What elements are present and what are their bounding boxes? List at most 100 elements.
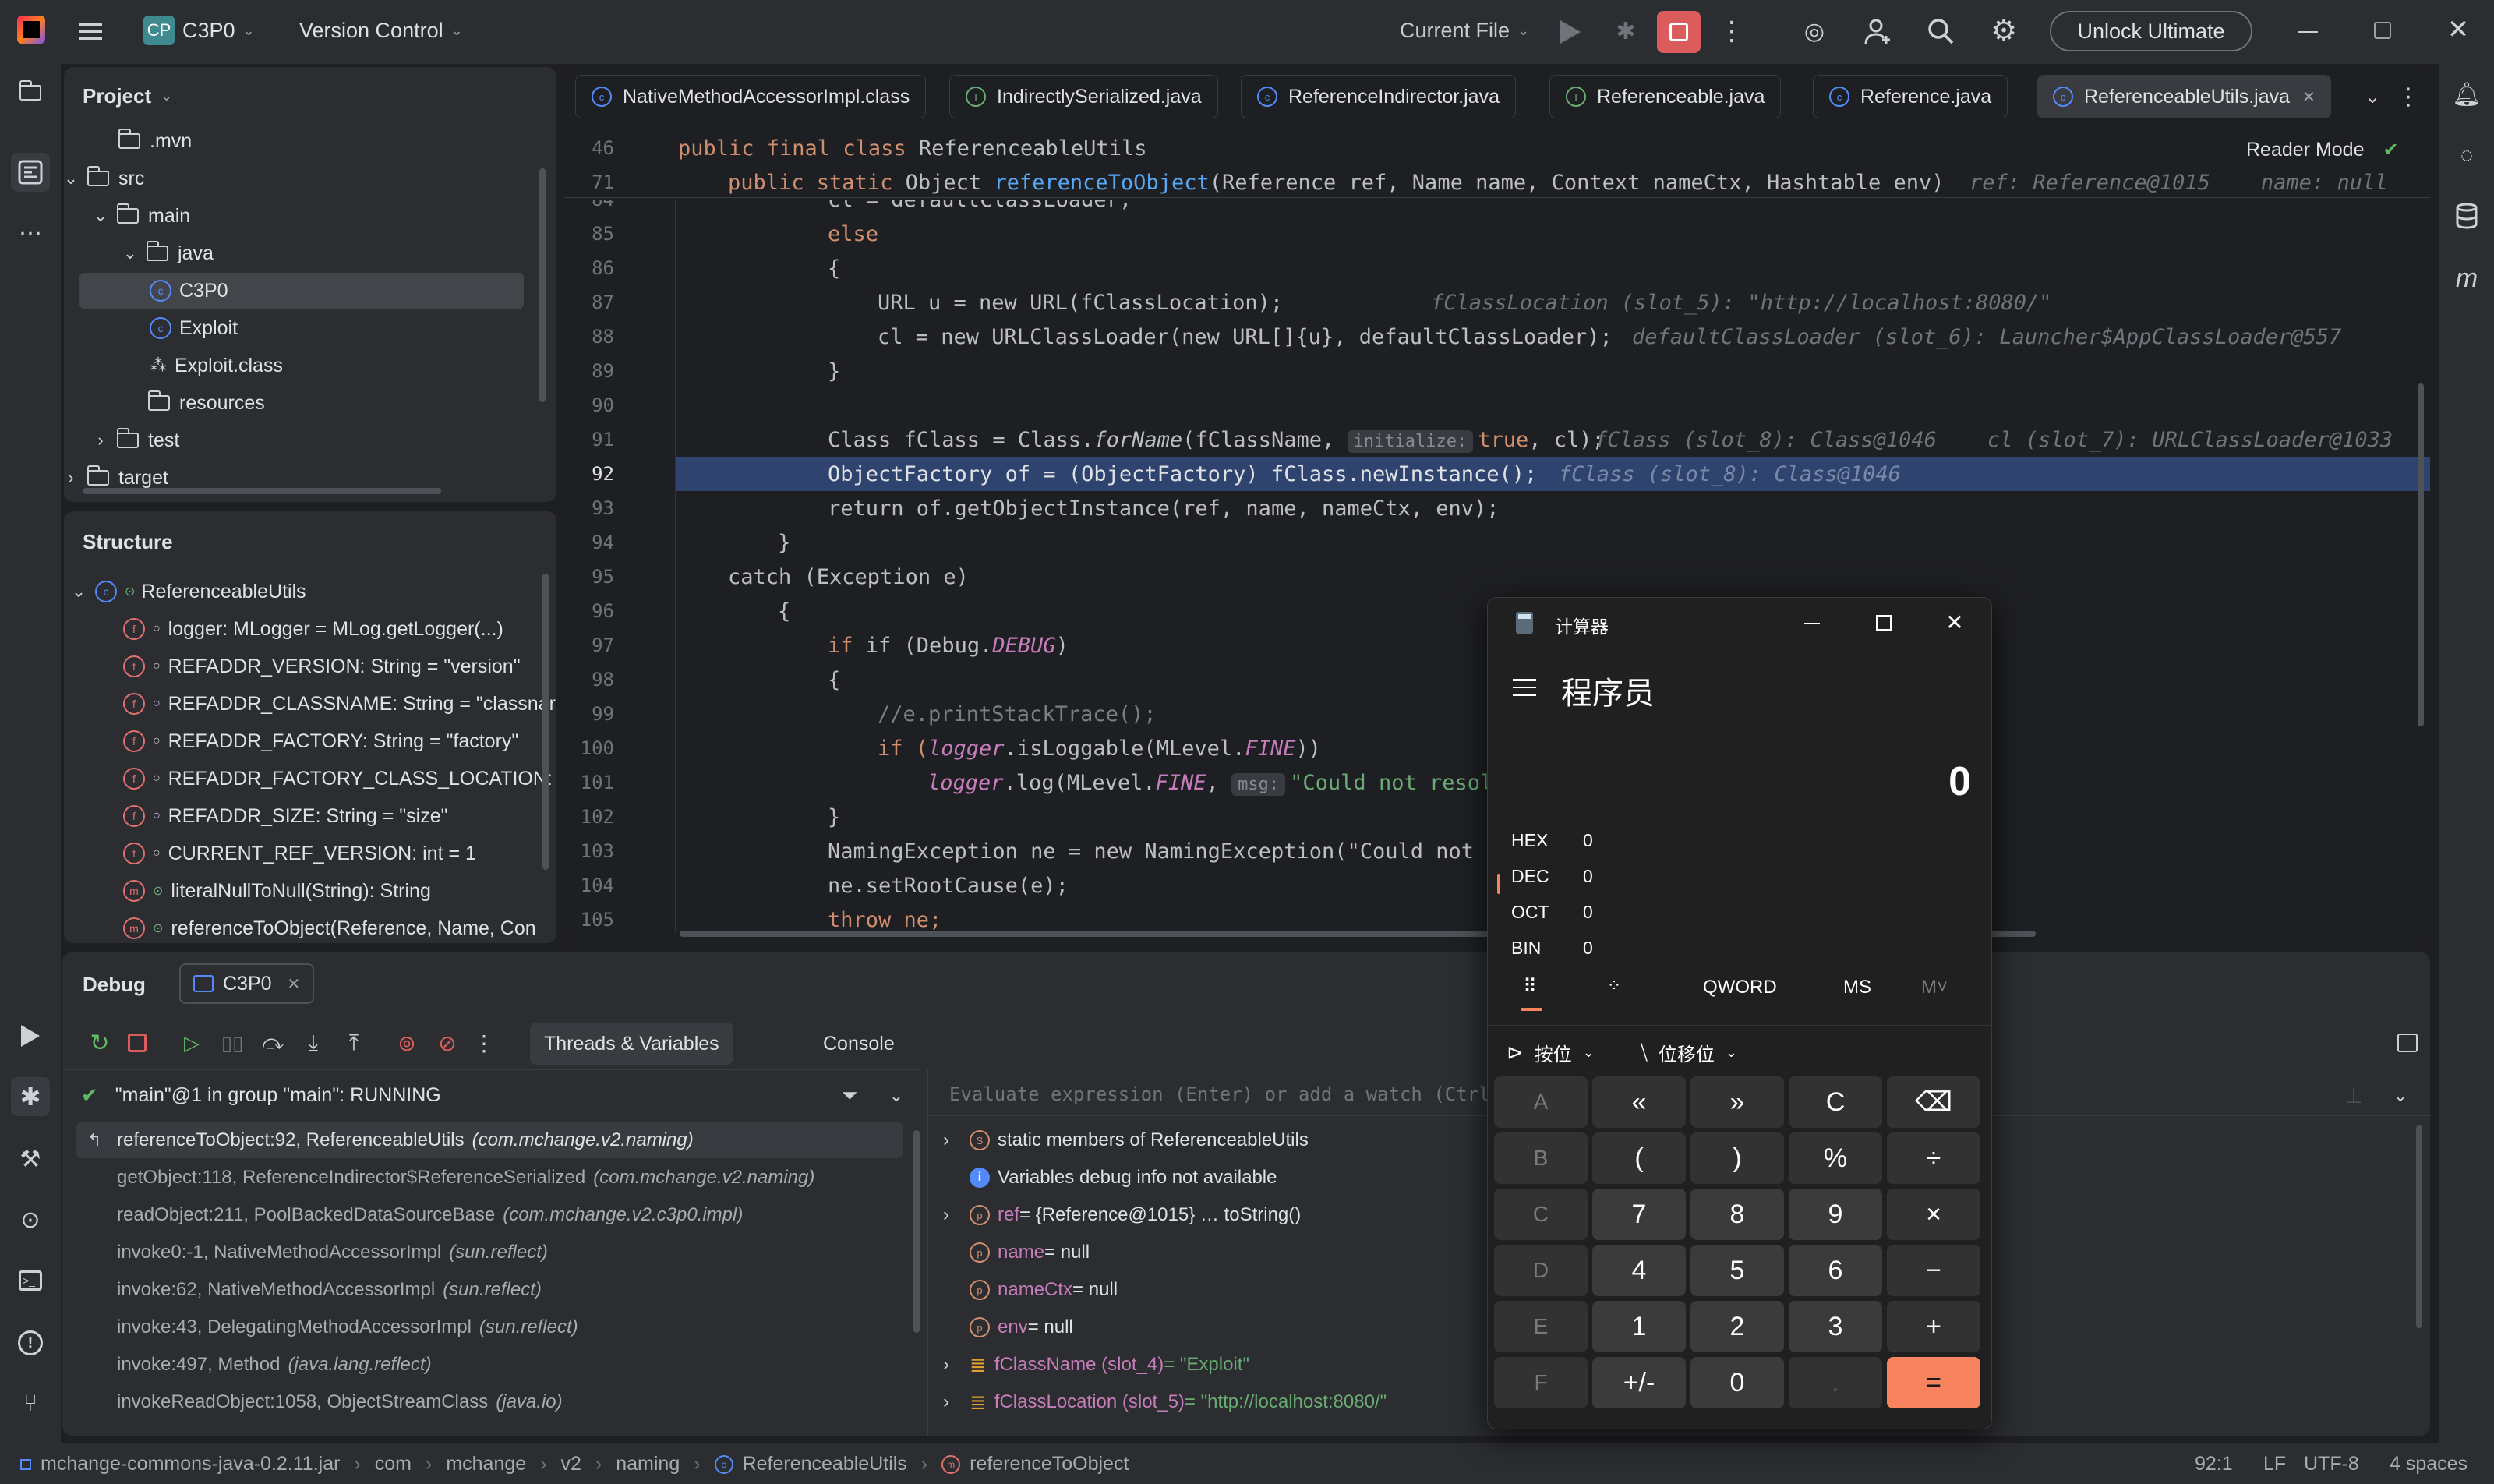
unlock-ultimate-button[interactable]: Unlock Ultimate	[2050, 11, 2252, 51]
chevron-right-icon[interactable]: ›	[943, 1204, 970, 1226]
indent-setting[interactable]: 4 spaces	[2390, 1453, 2468, 1475]
chevron-down-icon[interactable]: ⌄	[120, 243, 140, 263]
project-tree-item[interactable]: ⌄ main	[90, 198, 190, 234]
clear-button[interactable]: C	[1789, 1076, 1882, 1128]
project-folder-icon[interactable]	[11, 73, 50, 112]
variable-row[interactable]: p nameCtx = null	[943, 1272, 1118, 1308]
structure-member[interactable]: f ○ REFADDR_FACTORY: String = "factory"	[123, 723, 518, 759]
services-icon[interactable]: ⊙	[11, 1200, 50, 1239]
search-icon[interactable]	[1923, 14, 1958, 48]
build-hammer-icon[interactable]: ⚒	[11, 1140, 50, 1178]
close-tab-icon[interactable]: ✕	[288, 974, 301, 994]
chevron-right-icon[interactable]: ›	[64, 468, 81, 488]
step-out-icon[interactable]: ⤒	[338, 1027, 369, 1058]
project-selector[interactable]: CP C3P0 ⌄	[143, 16, 255, 45]
close-icon[interactable]: ✕	[1941, 609, 1968, 635]
structure-member[interactable]: m ⊙ referenceToObject(Reference, Name, Con	[123, 910, 536, 943]
open-paren-button[interactable]: (	[1592, 1132, 1686, 1184]
intellij-logo-icon[interactable]	[17, 16, 45, 44]
structure-icon[interactable]	[11, 153, 50, 192]
run-tool-icon[interactable]	[11, 1016, 50, 1055]
project-tree-item[interactable]: .mvn	[118, 123, 192, 159]
breadcrumb-item[interactable]: referenceToObject	[970, 1453, 1129, 1475]
chevron-down-icon[interactable]: ⌄	[881, 1080, 912, 1111]
minimize-icon[interactable]	[1804, 623, 1820, 624]
mute-breakpoints-icon[interactable]: ⊘	[432, 1027, 463, 1058]
base-row[interactable]: OCT 0	[1511, 902, 1593, 923]
key-5-button[interactable]: 5	[1690, 1245, 1784, 1296]
close-paren-button[interactable]: )	[1690, 1132, 1784, 1184]
variable-row[interactable]: p name = null	[943, 1235, 1090, 1270]
breadcrumb-item[interactable]: mchange-commons-java-0.2.11.jar	[41, 1453, 340, 1475]
key-6-button[interactable]: 6	[1789, 1245, 1882, 1296]
memory-store-button[interactable]: MS	[1843, 977, 1871, 998]
structure-root[interactable]: ⌄ c ⊙ ReferenceableUtils	[69, 574, 306, 610]
stack-frame[interactable]: invoke:62, NativeMethodAccessorImpl (sun.…	[76, 1272, 542, 1308]
maven-icon[interactable]: m	[2447, 259, 2486, 298]
divide-button[interactable]: ÷	[1887, 1132, 1980, 1184]
run-icon[interactable]	[1560, 20, 1581, 44]
breadcrumb-item[interactable]: com	[375, 1453, 412, 1475]
backspace-button[interactable]: ⌫	[1887, 1076, 1980, 1128]
more-actions-icon[interactable]: ⋮	[1718, 14, 1746, 48]
key-0-button[interactable]: 0	[1690, 1357, 1784, 1408]
bitshift-menu[interactable]: ⧹ 位移位 ⌄	[1641, 1039, 1737, 1066]
vcs-selector[interactable]: Version Control ⌄	[299, 19, 463, 43]
hex-f-button[interactable]: F	[1494, 1357, 1588, 1408]
key-8-button[interactable]: 8	[1690, 1189, 1784, 1240]
hex-d-button[interactable]: D	[1494, 1245, 1588, 1296]
project-tree-item[interactable]: c C3P0	[79, 273, 524, 309]
hamburger-menu-icon[interactable]	[1513, 679, 1536, 696]
chevron-right-icon[interactable]: ›	[943, 1354, 970, 1376]
execution-point-line[interactable]: 92 92 ObjectFactory of = (ObjectFactory)…	[564, 457, 2430, 491]
subtract-button[interactable]: −	[1887, 1245, 1980, 1296]
problems-icon[interactable]: !	[11, 1323, 50, 1362]
variable-row[interactable]: › ≣ fClassName (slot_4) = "Exploit"	[943, 1347, 1249, 1383]
chevron-down-icon[interactable]: ⌄	[64, 168, 81, 189]
bit-toggle-keypad-icon[interactable]: ⁘	[1600, 972, 1628, 1000]
key-7-button[interactable]: 7	[1592, 1189, 1686, 1240]
project-tree-item[interactable]: resources	[147, 385, 265, 421]
stack-frame[interactable]: readObject:211, PoolBackedDataSourceBase…	[76, 1197, 743, 1233]
chevron-down-icon[interactable]: ⌄	[2385, 1080, 2416, 1111]
editor-v-scrollbar[interactable]	[2418, 383, 2424, 726]
structure-member[interactable]: m ⊙ literalNullToNull(String): String	[123, 873, 431, 909]
rerun-icon[interactable]: ↻	[84, 1027, 115, 1058]
structure-member[interactable]: f ○ REFADDR_CLASSNAME: String = "classnar	[123, 686, 556, 722]
project-tree-item[interactable]: ⌄ java	[120, 235, 214, 271]
sticky-line-class[interactable]: 46 public final class ReferenceableUtils	[564, 131, 2430, 165]
breadcrumb-item[interactable]: naming	[616, 1453, 680, 1475]
debug-session-tab[interactable]: C3P0 ✕	[179, 963, 315, 1004]
breadcrumb-item[interactable]: v2	[561, 1453, 581, 1475]
hex-c-button[interactable]: C	[1494, 1189, 1588, 1240]
filter-icon[interactable]: ⏷	[834, 1080, 865, 1111]
structure-member[interactable]: f ○ logger: MLogger = MLog.getLogger(...)	[123, 611, 503, 647]
key-2-button[interactable]: 2	[1690, 1301, 1784, 1352]
threads-variables-tab[interactable]: Threads & Variables	[530, 1023, 733, 1065]
editor-tab[interactable]: c Reference.java	[1813, 75, 2008, 118]
structure-member[interactable]: f ○ REFADDR_SIZE: String = "size"	[123, 798, 448, 834]
project-tree-item[interactable]: ⌄ src	[64, 161, 144, 196]
console-tab[interactable]: Console	[809, 1023, 909, 1065]
restore-icon[interactable]	[2374, 22, 2391, 39]
editor-tab[interactable]: I Referenceable.java	[1549, 75, 1782, 118]
maximize-icon[interactable]	[1876, 615, 1892, 631]
bitwise-menu[interactable]: ⊳ 按位 ⌄	[1507, 1039, 1595, 1066]
chevron-down-icon[interactable]: ⌄	[90, 206, 111, 226]
settings-gear-icon[interactable]: ⚙	[1986, 12, 2022, 48]
variable-row[interactable]: › ≣ fClassLocation (slot_5) = "http://loca…	[943, 1384, 1387, 1420]
project-tree-item[interactable]: ⁂ Exploit.class	[150, 348, 283, 383]
vars-scrollbar[interactable]	[2416, 1125, 2422, 1328]
project-h-scrollbar[interactable]	[83, 488, 441, 494]
project-panel-header[interactable]: Project ⌄	[83, 84, 172, 108]
run-config-selector[interactable]: Current File ⌄	[1400, 19, 1529, 43]
editor-tab[interactable]: c ReferenceIndirector.java	[1241, 75, 1516, 118]
step-into-icon[interactable]: ⤓	[298, 1027, 329, 1058]
stack-frame[interactable]: invoke:497, Method (java.lang.reflect)	[76, 1347, 432, 1383]
editor-more-icon[interactable]: ⋮	[2394, 81, 2422, 112]
structure-member[interactable]: f ○ REFADDR_FACTORY_CLASS_LOCATION: S	[123, 761, 556, 797]
caret-position[interactable]: 92:1	[2195, 1453, 2233, 1475]
base-row[interactable]: DEC 0	[1511, 866, 1593, 887]
layout-icon[interactable]	[2397, 1034, 2418, 1052]
editor-tab[interactable]: c NativeMethodAccessorImpl.class	[575, 75, 927, 118]
